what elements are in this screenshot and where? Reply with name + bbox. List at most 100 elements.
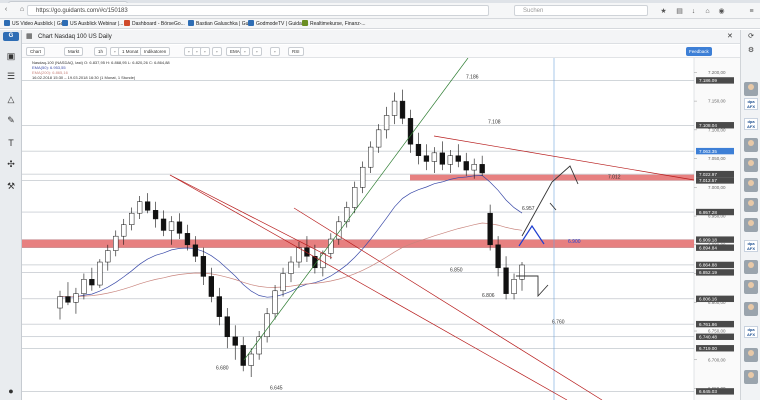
avatar[interactable]: [744, 82, 758, 96]
toolbar-button[interactable]: Markt: [64, 47, 84, 56]
download-icon[interactable]: ↓: [690, 8, 697, 15]
search-field[interactable]: Suchen: [514, 5, 648, 16]
refresh-icon[interactable]: ⟳: [746, 32, 756, 42]
candle-body: [192, 244, 199, 257]
bookmark-icon: [4, 20, 10, 26]
candle-body: [73, 293, 79, 303]
dpa-afx-badge[interactable]: dpa AFX: [744, 240, 758, 252]
y-tick-label: 7.200,00: [708, 70, 726, 75]
price-label-text: 6.957.28: [699, 210, 717, 215]
avatar[interactable]: [744, 348, 758, 362]
tools-icon[interactable]: ⚒: [5, 180, 17, 192]
bookmark-item[interactable]: Realtimekurse, Finanz-...: [302, 20, 366, 28]
toolbar-button[interactable]: ▫: [270, 47, 280, 56]
measure-icon[interactable]: ✣: [5, 158, 17, 170]
toolbar-button[interactable]: ▫: [200, 47, 210, 56]
avatar[interactable]: [744, 138, 758, 152]
bookmark-label: US Video Ausblick | Gu...: [12, 21, 68, 27]
toolbar-button[interactable]: RSI: [288, 47, 304, 56]
candle-body: [519, 264, 525, 280]
price-annotation: 6.680: [216, 365, 229, 371]
candle-body: [129, 212, 135, 225]
avatar[interactable]: [744, 260, 758, 274]
y-tick-label: 7.000,00: [708, 185, 726, 190]
bookmark-icon: [62, 20, 68, 26]
bookmarks-bar: US Video Ausblick | Gu... US Ausblick Web…: [0, 19, 760, 29]
toolbar-button[interactable]: ▫: [212, 47, 222, 56]
avatar[interactable]: [744, 218, 758, 232]
dpa-afx-badge[interactable]: dpa AFX: [744, 98, 758, 110]
pencil-icon[interactable]: ✎: [5, 114, 17, 126]
toolbar-button[interactable]: Chart: [26, 47, 46, 56]
bookmark-item[interactable]: Bastian Galuschka | Gu...: [188, 20, 253, 28]
home-button-icon[interactable]: ⌂: [704, 8, 711, 15]
bookmark-icon: [124, 20, 130, 26]
toolbar-button[interactable]: ▫: [240, 47, 250, 56]
browser-toolbar: ‹ ⌂ https://go.guidants.com/#c/150183 Su…: [0, 3, 760, 19]
feedback-button[interactable]: Feedback: [686, 47, 712, 56]
reader-icon[interactable]: ▤: [676, 8, 683, 15]
candle-body: [447, 155, 453, 165]
chart-area[interactable]: 6.650,006.700,006.750,006.800,006.850,00…: [22, 57, 740, 401]
candle-body: [399, 100, 406, 119]
home-icon[interactable]: ⌂: [18, 6, 26, 14]
chart-panel-icon: ▦: [26, 33, 33, 40]
bookmark-label: Dashboard - BörseGo...: [132, 21, 185, 27]
avatar[interactable]: [744, 302, 758, 316]
candle-body: [224, 316, 230, 338]
candle-body: [495, 244, 501, 269]
candle-body: [113, 235, 119, 251]
guidants-logo: G: [3, 32, 19, 41]
menu-icon[interactable]: ≡: [748, 8, 755, 15]
price-label-text: 6.909.18: [699, 237, 717, 242]
candle-body: [479, 164, 485, 174]
price-label-text: 6.852.19: [699, 270, 717, 275]
price-label-text: 6.719.00: [699, 346, 717, 351]
list-icon[interactable]: ☰: [5, 70, 17, 82]
avatar[interactable]: [744, 370, 758, 384]
avatar[interactable]: [744, 198, 758, 212]
avatar[interactable]: [744, 158, 758, 172]
price-annotation: 6.900: [568, 239, 581, 245]
bookmark-icon: [302, 20, 308, 26]
candle-body: [407, 118, 414, 145]
bookmark-star-icon[interactable]: ★: [660, 8, 667, 15]
layout-icon[interactable]: ▣: [5, 50, 17, 62]
bookmark-item[interactable]: GodmodeTV | Guidants: [248, 20, 308, 28]
avatar[interactable]: [744, 178, 758, 192]
candle-body: [471, 164, 477, 171]
text-icon[interactable]: T: [5, 137, 17, 149]
trend-line-resistance: [293, 207, 603, 401]
candle-body: [368, 146, 374, 168]
price-label-text: 7.108.04: [699, 123, 717, 128]
toolbar-button[interactable]: 1 Monat: [118, 47, 143, 56]
candle-body: [184, 233, 191, 246]
y-tick-label: 7.050,00: [708, 156, 726, 161]
price-chart[interactable]: 6.650,006.700,006.750,006.800,006.850,00…: [22, 57, 740, 401]
extension-icon[interactable]: ◉: [718, 8, 725, 15]
url-field[interactable]: https://go.guidants.com/#c/150183: [27, 5, 489, 16]
candle-body: [121, 224, 127, 237]
price-label-text: 7.063.35: [699, 149, 717, 154]
shapes-icon[interactable]: △: [5, 93, 17, 105]
close-icon[interactable]: ✕: [727, 33, 733, 41]
avatar[interactable]: [744, 280, 758, 294]
bookmark-item[interactable]: US Ausblick Webinar |...: [62, 20, 123, 28]
dpa-afx-badge[interactable]: dpa AFX: [744, 326, 758, 338]
help-icon[interactable]: ●: [5, 385, 17, 397]
bookmark-item[interactable]: Dashboard - BörseGo...: [124, 20, 185, 28]
toolbar-button[interactable]: Indikatoren: [140, 47, 171, 56]
candle-body: [463, 161, 469, 171]
bookmark-label: Realtimekurse, Finanz-...: [310, 21, 366, 27]
toolbar-button[interactable]: ▫: [252, 47, 262, 56]
candle-body: [216, 296, 222, 317]
bookmark-label: Bastian Galuschka | Gu...: [196, 21, 253, 27]
toolbar-button[interactable]: 1h: [94, 47, 108, 56]
back-icon[interactable]: ‹: [2, 6, 10, 14]
dpa-afx-badge[interactable]: dpa AFX: [744, 118, 758, 130]
candle-body: [455, 155, 461, 162]
bookmark-item[interactable]: US Video Ausblick | Gu...: [4, 20, 68, 28]
candle-body: [415, 143, 422, 156]
settings-icon[interactable]: ⚙: [746, 46, 756, 56]
y-tick-label: 7.150,00: [708, 99, 726, 104]
